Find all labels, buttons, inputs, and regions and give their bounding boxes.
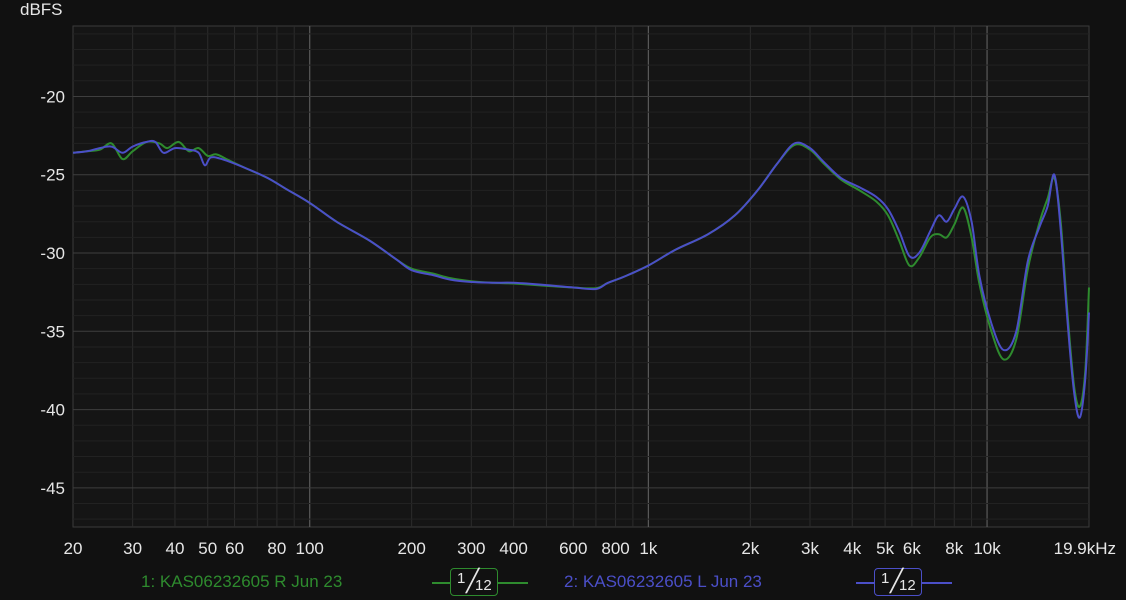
x-tick-label: 80 <box>267 539 286 558</box>
y-tick-label: -25 <box>40 166 65 185</box>
smoothing-button-series-2[interactable]: 1 ╱ 12 <box>856 568 952 598</box>
smoothing-denominator-2: 12 <box>899 577 916 594</box>
y-axis-label: dBFS <box>20 0 63 19</box>
plot-area <box>72 25 1090 528</box>
x-tick-label: 300 <box>457 539 485 558</box>
smoothing-numerator-1: 1 <box>457 570 466 587</box>
x-tick-label: 800 <box>601 539 629 558</box>
x-tick-label: 400 <box>499 539 527 558</box>
smoothing-numerator-2: 1 <box>881 570 890 587</box>
smoothing-box-2: 1 ╱ 12 <box>874 568 922 596</box>
y-tick-label: -40 <box>40 401 65 420</box>
x-tick-label: 3k <box>801 539 819 558</box>
frequency-response-chart: -20 -25 -30 -35 -40 -45 20 30 40 50 60 80 100 200 300… <box>40 25 1116 558</box>
x-tick-label: 30 <box>123 539 142 558</box>
x-tick-label: 8k <box>945 539 963 558</box>
x-tick-label: 6k <box>903 539 921 558</box>
x-tick-label: 2k <box>741 539 759 558</box>
y-tick-label: -30 <box>40 244 65 263</box>
smoothing-denominator-1: 12 <box>475 577 492 594</box>
x-tick-label: 100 <box>296 539 324 558</box>
x-tick-label: 19.9kHz <box>1054 539 1116 558</box>
smoothing-box-1: 1 ╱ 12 <box>450 568 498 596</box>
x-tick-label: 4k <box>843 539 861 558</box>
y-tick-label: -45 <box>40 479 65 498</box>
x-tick-label: 1k <box>639 539 657 558</box>
x-tick-label: 50 <box>198 539 217 558</box>
y-tick-label: -20 <box>40 87 65 106</box>
x-tick-label: 20 <box>64 539 83 558</box>
x-tick-label: 40 <box>165 539 184 558</box>
legend-series-1[interactable]: 1: KAS06232605 R Jun 23 <box>141 572 342 592</box>
legend-series-2[interactable]: 2: KAS06232605 L Jun 23 <box>564 572 762 592</box>
legend: 1: KAS06232605 R Jun 23 1 ╱ 12 2: KAS062… <box>0 568 1126 598</box>
x-tick-label: 200 <box>397 539 425 558</box>
x-tick-label: 600 <box>559 539 587 558</box>
x-tick-label: 60 <box>225 539 244 558</box>
x-tick-label: 5k <box>876 539 894 558</box>
y-tick-label: -35 <box>40 322 65 341</box>
x-tick-label: 10k <box>973 539 1001 558</box>
y-tick-labels: -20 -25 -30 -35 -40 -45 <box>40 87 65 497</box>
grid <box>72 25 1090 528</box>
smoothing-button-series-1[interactable]: 1 ╱ 12 <box>432 568 528 598</box>
x-tick-labels: 20 30 40 50 60 80 100 200 300 400 600 800 1k 2k 3k 4k 5k… <box>64 539 1116 558</box>
